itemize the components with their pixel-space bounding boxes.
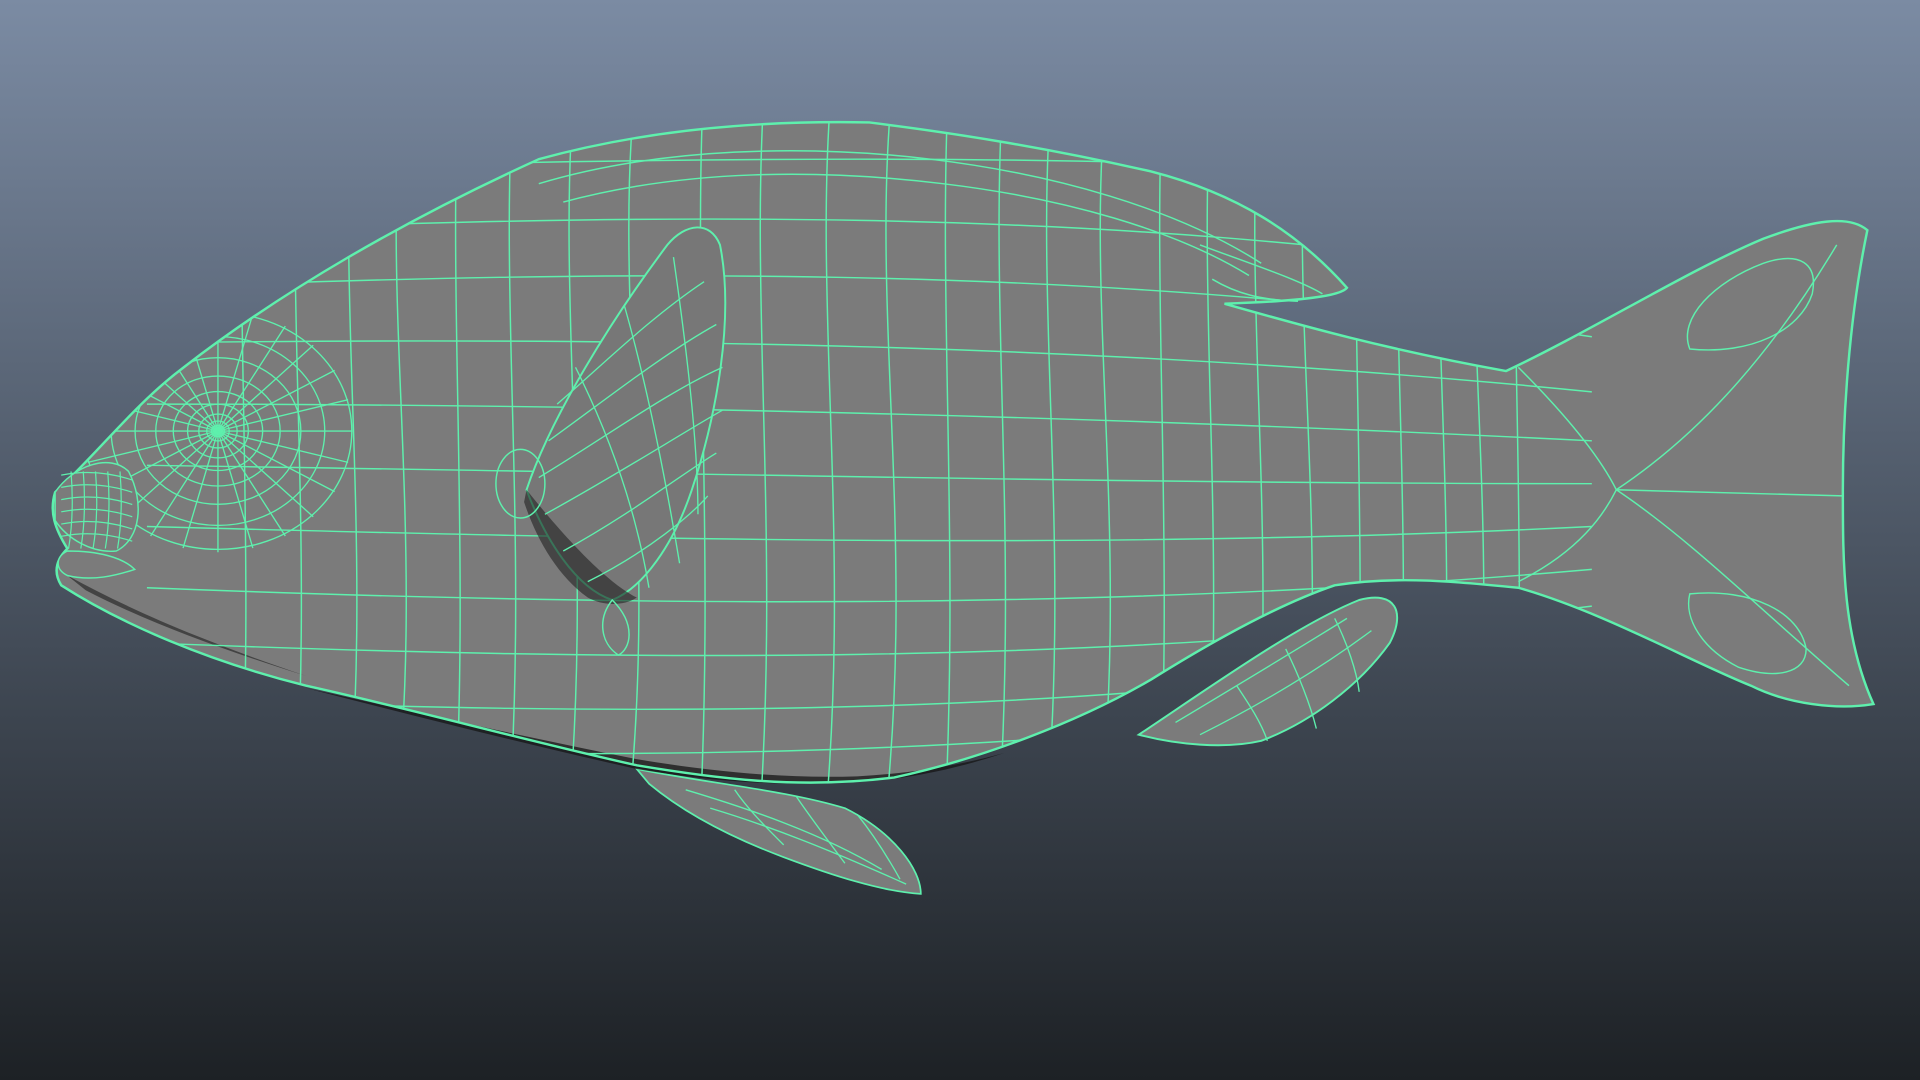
viewport-3d-panel[interactable]: [0, 0, 1920, 1080]
viewport-canvas[interactable]: [0, 0, 1920, 1080]
